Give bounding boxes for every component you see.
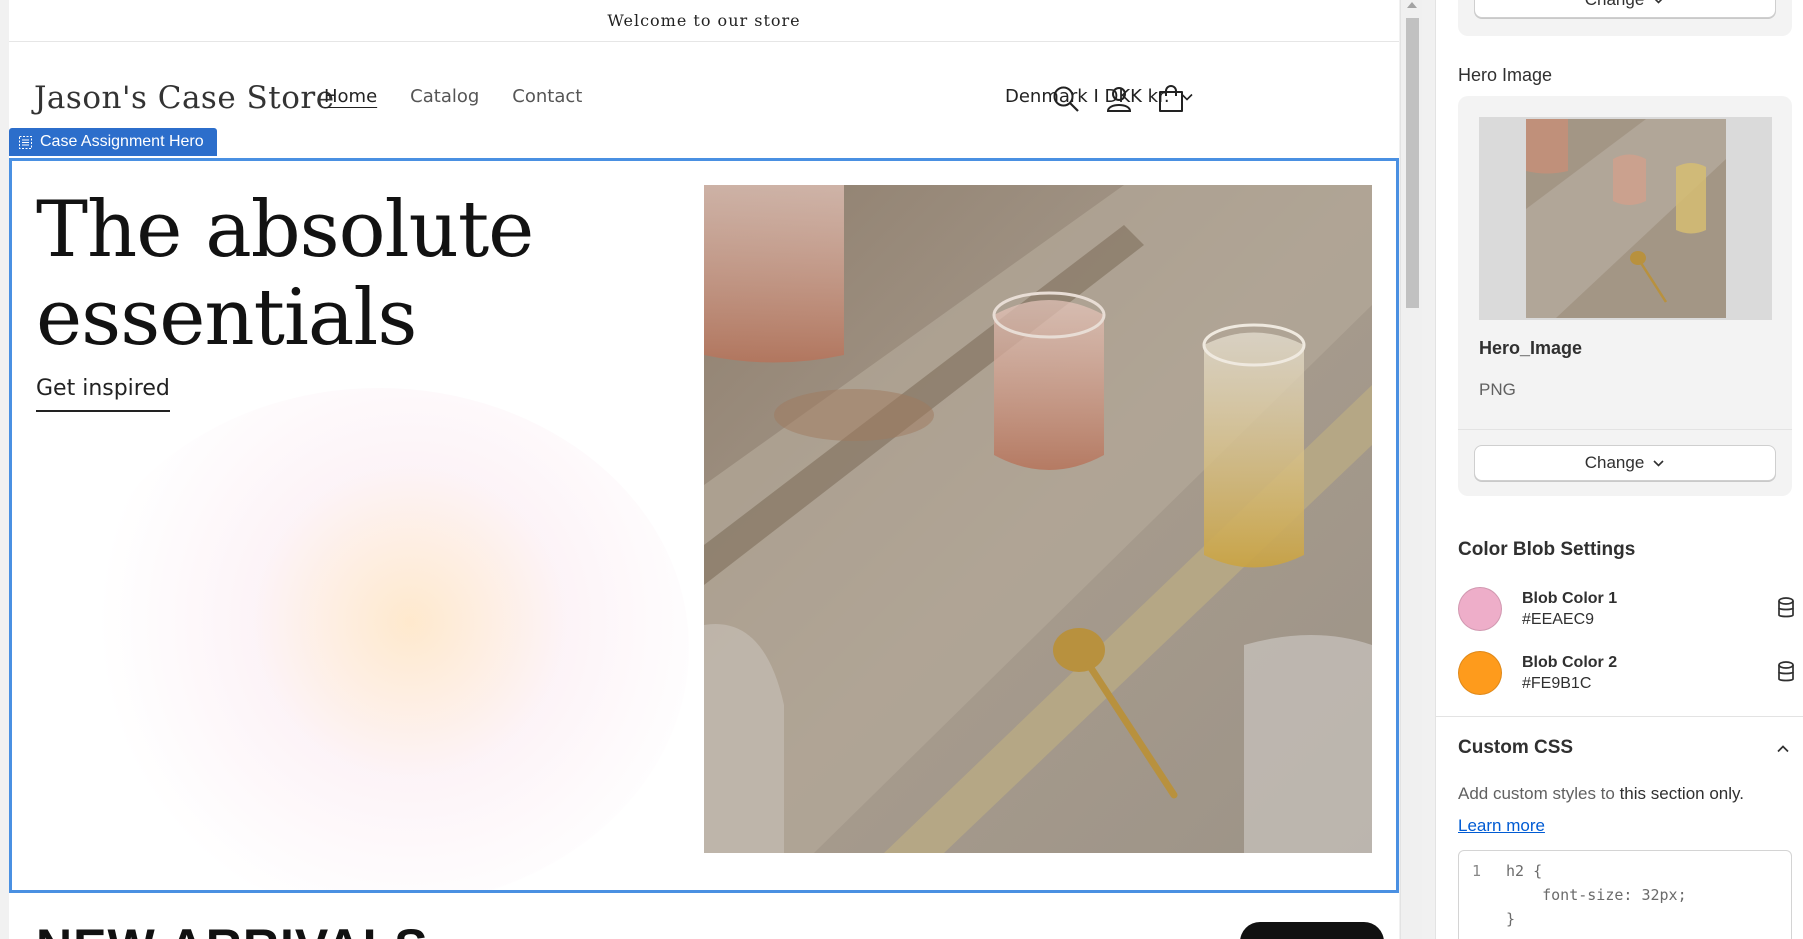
blob-color-2-row[interactable]: Blob Color 2 #FE9B1C [1458,648,1798,698]
new-arrivals-button[interactable] [1240,922,1384,939]
change-image-button[interactable]: Change [1474,445,1776,481]
nav-contact[interactable]: Contact [512,86,582,107]
image-file-name: Hero_Image [1479,338,1583,358]
custom-css-divider [1436,716,1803,717]
chevron-up-icon[interactable] [1774,740,1792,758]
hero-image-label: Hero Image [1458,65,1553,85]
code-line-3: } [1506,910,1516,928]
color-blob [69,388,689,893]
blob-color-2-name: Blob Color 2 [1522,654,1618,671]
section-layout-icon [19,135,32,149]
new-arrivals-heading: NEW ARRIVALS [36,918,429,939]
scroll-up-arrow[interactable] [1407,2,1417,8]
nav-home[interactable]: Home [324,86,377,107]
settings-sidebar: Change Hero Image Hero_Image PNG Change … [1435,0,1803,939]
blob-color-1-swatch[interactable] [1458,587,1502,631]
blob-color-1-name: Blob Color 1 [1522,590,1618,607]
custom-css-description: Add custom styles to this section only. [1458,784,1744,804]
chevron-down-icon [1655,0,1662,4]
hero-title: The absolute essentials [36,185,534,363]
hero-image-thumbnail [1526,119,1726,318]
scroll-thumb[interactable] [1406,18,1419,308]
blob-settings-heading: Color Blob Settings [1458,539,1636,560]
section-tag-label: Case Assignment Hero [40,133,204,150]
top-change-button[interactable]: Change [1474,0,1776,18]
hero-image [704,185,1372,853]
image-preview-area[interactable] [1479,117,1772,320]
hero-section[interactable]: The absolute essentials Get inspired [9,158,1399,893]
search-icon[interactable] [1051,84,1081,114]
chevron-down-icon [1653,459,1664,467]
css-code-editor[interactable]: 1 h2 { font-size: 32px; } [1458,850,1792,939]
blob-color-1-hex: #EEAEC9 [1522,611,1595,628]
code-line-number: 1 [1472,862,1482,880]
account-icon[interactable] [1104,84,1134,114]
code-line-2: font-size: 32px; [1506,886,1687,904]
change-image-label: Change [1584,453,1645,472]
main-nav: Home Catalog Contact [324,86,582,107]
store-logo[interactable]: Jason's Case Store [34,80,335,116]
hero-cta-link[interactable]: Get inspired [36,376,170,412]
cart-icon[interactable] [1156,84,1186,114]
blob-color-1-row[interactable]: Blob Color 1 #EEAEC9 [1458,584,1798,634]
blob-color-2-swatch[interactable] [1458,651,1502,695]
custom-css-heading[interactable]: Custom CSS [1458,737,1573,759]
preview-scrollbar[interactable] [1400,0,1422,939]
nav-catalog[interactable]: Catalog [410,86,479,107]
section-tag[interactable]: Case Assignment Hero [9,128,217,156]
store-preview: Welcome to our store Jason's Case Store … [0,0,1400,939]
css-desc-emphasis: this section only. [1619,784,1744,803]
storefront: Welcome to our store Jason's Case Store … [9,0,1399,939]
announcement-bar: Welcome to our store [9,0,1399,42]
css-desc-text: Add custom styles to [1458,784,1620,803]
code-line-1: h2 { [1506,862,1543,880]
card-divider [1458,429,1792,430]
country-label: Denmark I DKK kr. [1005,86,1170,107]
image-file-type: PNG [1479,380,1516,399]
dynamic-source-icon[interactable] [1776,597,1796,619]
blob-color-2-hex: #FE9B1C [1522,675,1592,692]
dynamic-source-icon[interactable] [1776,661,1796,683]
learn-more-link[interactable]: Learn more [1458,816,1545,836]
top-change-label: Change [1585,0,1645,10]
